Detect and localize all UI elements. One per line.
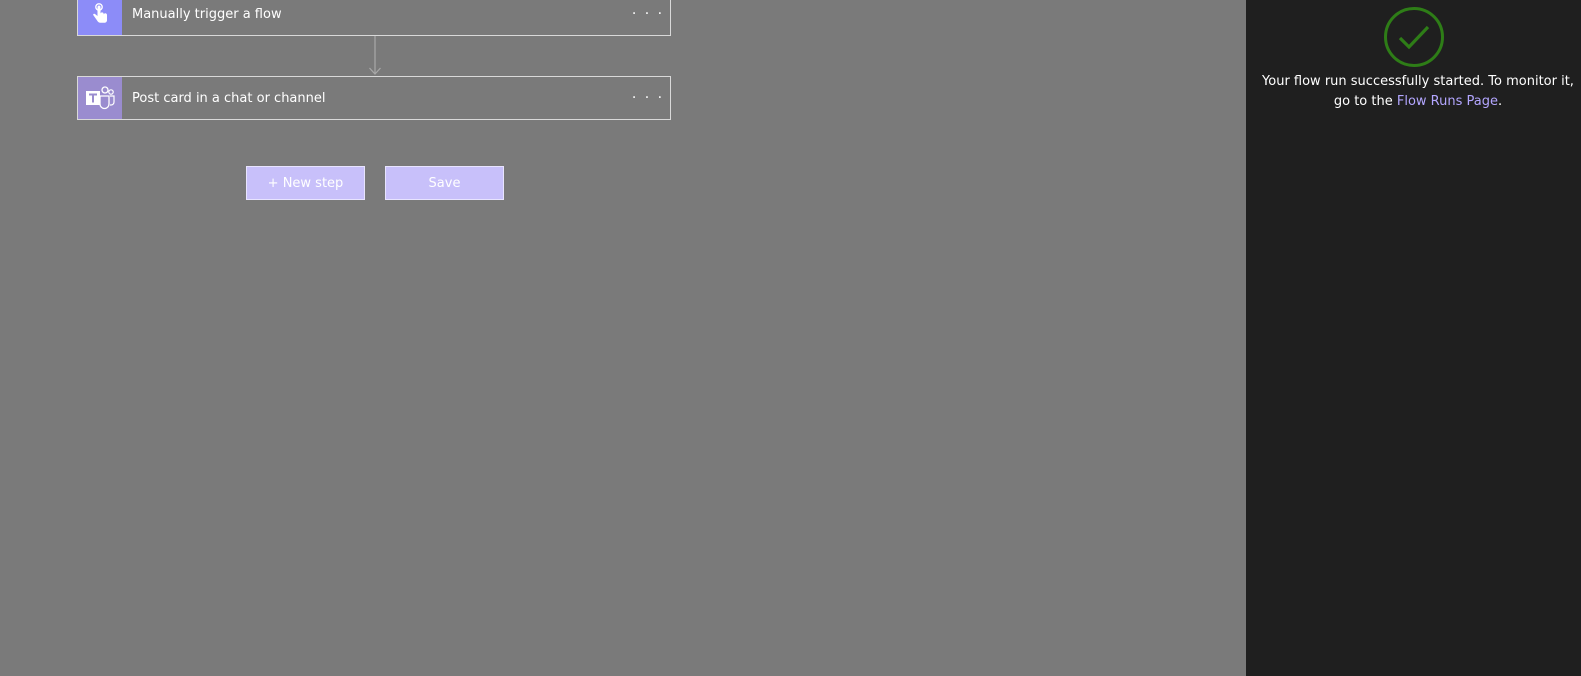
flow-designer-canvas: Manually trigger a flow · · · Post card …: [0, 0, 1246, 676]
save-button[interactable]: Save: [385, 166, 504, 200]
run-status-line-1: Your flow run successfully started. To m…: [1262, 74, 1574, 89]
trigger-step-title: Manually trigger a flow: [132, 6, 282, 22]
teams-post-card-step[interactable]: Post card in a chat or channel · · ·: [77, 76, 671, 120]
flow-runs-page-link[interactable]: Flow Runs Page: [1397, 94, 1498, 109]
run-status-message: Your flow run successfully started. To m…: [1258, 72, 1578, 112]
teams-icon: [78, 77, 122, 119]
teams-more-options-button[interactable]: · · ·: [626, 77, 670, 119]
success-check-icon: [1384, 7, 1444, 67]
trigger-more-options-button[interactable]: · · ·: [626, 0, 670, 35]
run-status-line-2: go to the Flow Runs Page.: [1258, 92, 1578, 112]
teams-step-title: Post card in a chat or channel: [132, 90, 326, 106]
touch-hand-icon: [78, 0, 122, 35]
run-status-suffix: .: [1497, 94, 1503, 109]
step-connector-arrow-icon: [369, 36, 381, 75]
new-step-button[interactable]: + New step: [246, 166, 365, 200]
run-status-panel: Your flow run successfully started. To m…: [1246, 0, 1581, 676]
trigger-step-card[interactable]: Manually trigger a flow · · ·: [77, 0, 671, 36]
run-status-prefix: go to the: [1333, 94, 1397, 109]
